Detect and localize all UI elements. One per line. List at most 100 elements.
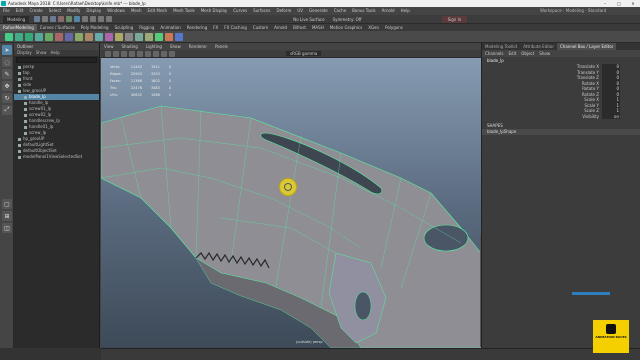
two-view-icon[interactable]: ◫ — [2, 223, 12, 233]
select-by-component-icon[interactable] — [82, 16, 89, 22]
center-pivot-icon[interactable] — [125, 32, 133, 41]
color-space-label[interactable]: sRGB gamma — [286, 51, 322, 56]
menu-item-deform[interactable]: Deform — [276, 7, 291, 15]
smooth-icon[interactable] — [155, 32, 163, 41]
freeze-transform-icon[interactable] — [135, 32, 143, 41]
menu-item-mesh-display[interactable]: Mesh Display — [201, 7, 228, 15]
viewport-menu-view[interactable]: View — [101, 43, 114, 50]
cylinder-icon[interactable] — [25, 32, 33, 41]
menu-item-create[interactable]: Create — [29, 7, 42, 15]
viewport-menu-show[interactable]: Show — [167, 43, 181, 50]
menu-item-surfaces[interactable]: Surfaces — [253, 7, 270, 15]
menu-item-select[interactable]: Select — [49, 7, 61, 15]
smooth-shade-icon[interactable] — [129, 50, 135, 57]
delete-history-icon[interactable] — [145, 32, 153, 41]
menu-item-file[interactable]: File — [3, 7, 10, 15]
outliner-item[interactable]: modelPanel1ViewSelectedSet — [14, 154, 99, 160]
boolean-icon[interactable] — [115, 32, 123, 41]
viewport-menu-shading[interactable]: Shading — [119, 43, 138, 50]
shelf-tab-arnold[interactable]: Arnold — [271, 24, 290, 31]
merge-icon[interactable] — [85, 32, 93, 41]
redo-icon[interactable] — [66, 16, 73, 22]
four-view-icon[interactable]: ⊞ — [2, 211, 12, 221]
viewport-menu-lighting[interactable]: Lighting — [143, 43, 162, 50]
menu-item-mesh[interactable]: Mesh — [131, 7, 142, 15]
shelf-tab-polygons[interactable]: Polygons — [382, 24, 406, 31]
snap-point-icon[interactable] — [106, 16, 113, 22]
combine-icon[interactable] — [95, 32, 103, 41]
maximize-button[interactable]: □ — [612, 0, 626, 7]
channel-menu-object[interactable]: Object — [521, 50, 534, 57]
minimize-button[interactable]: – — [598, 0, 612, 7]
rotate-tool-icon[interactable]: ↻ — [2, 93, 12, 103]
shadows-icon[interactable] — [153, 50, 159, 57]
uv-editor-icon[interactable] — [175, 32, 183, 41]
outliner-search-input[interactable] — [16, 57, 97, 63]
channel-menu-show[interactable]: Show — [539, 50, 550, 57]
scale-tool-icon[interactable]: ⤢ — [2, 105, 12, 115]
menu-item-windows[interactable]: Windows — [107, 7, 125, 15]
viewport-panel[interactable]: View Shading Lighting Show Renderer Panels sR… — [101, 43, 481, 348]
grid-toggle-icon[interactable] — [113, 50, 119, 57]
menu-item-modify[interactable]: Modify — [67, 7, 80, 15]
channel-value[interactable]: on — [602, 113, 620, 119]
separate-icon[interactable] — [105, 32, 113, 41]
mirror-icon[interactable] — [165, 32, 173, 41]
shelf-tab-motion-graphics[interactable]: Motion Graphics — [327, 24, 366, 31]
shelf-tab-curves-surfaces[interactable]: Curves / Surfaces — [37, 24, 78, 31]
menu-item-curves[interactable]: Curves — [233, 7, 247, 15]
lasso-tool-icon[interactable]: ◌ — [2, 57, 12, 67]
right-tab-attribute-editor[interactable]: Attribute Editor — [520, 43, 557, 50]
wireframe-icon[interactable] — [121, 50, 127, 57]
shelf-tab-mash[interactable]: MASH — [309, 24, 327, 31]
layer-bar[interactable] — [572, 292, 610, 295]
channel-menu-edit[interactable]: Edit — [509, 50, 517, 57]
menu-item-uv[interactable]: UV — [297, 7, 303, 15]
shelf-tab-rigging[interactable]: Rigging — [136, 24, 157, 31]
plane-icon[interactable] — [35, 32, 43, 41]
menu-item-arnold[interactable]: Arnold — [382, 7, 395, 15]
time-slider[interactable] — [101, 348, 640, 360]
open-scene-icon[interactable] — [42, 16, 49, 22]
undo-icon[interactable] — [58, 16, 65, 22]
shelf-tab-fx-caching[interactable]: FX Caching — [221, 24, 249, 31]
menu-item-generate[interactable]: Generate — [309, 7, 328, 15]
shelf-tab-bifrost[interactable]: Bifrost — [290, 24, 309, 31]
shape-name[interactable]: blade_lpShape — [482, 129, 640, 135]
shelf-tab-animation[interactable]: Animation — [157, 24, 183, 31]
shelf-tab-rafaelmodeling[interactable]: RafaelModeling — [0, 24, 37, 31]
menu-item-edit-mesh[interactable]: Edit Mesh — [148, 7, 168, 15]
close-button[interactable]: ✕ — [626, 0, 640, 7]
shelf-tab-poly-modeling[interactable]: Poly Modeling — [78, 24, 112, 31]
shelf-tab-sculpting[interactable]: Sculpting — [112, 24, 137, 31]
new-scene-icon[interactable] — [34, 16, 41, 22]
extrude-icon[interactable] — [45, 32, 53, 41]
menu-item-bonus-tools[interactable]: Bonus Tools — [352, 7, 375, 15]
cube-icon[interactable] — [5, 32, 13, 41]
viewport-menu-panels[interactable]: Panels — [212, 43, 228, 50]
menu-item-mesh-tools[interactable]: Mesh Tools — [173, 7, 195, 15]
textured-icon[interactable] — [137, 50, 143, 57]
sign-in-button[interactable]: Sign In — [441, 15, 468, 23]
live-surface-label[interactable]: No Live Surface — [293, 17, 324, 22]
select-by-hierarchy-icon[interactable] — [74, 16, 81, 22]
outliner-menu-help[interactable]: Help — [51, 50, 60, 56]
shelf-tab-custom[interactable]: Custom — [250, 24, 271, 31]
isolate-icon[interactable] — [169, 50, 175, 57]
camera-icon[interactable] — [105, 50, 111, 57]
viewport-menu-renderer[interactable]: Renderer — [186, 43, 207, 50]
menu-item-help[interactable]: Help — [401, 7, 410, 15]
move-tool-icon[interactable]: ✥ — [2, 81, 12, 91]
paint-select-tool-icon[interactable]: ✎ — [2, 69, 12, 79]
shelf-tab-fx[interactable]: FX — [210, 24, 221, 31]
shelf-tab-rendering[interactable]: Rendering — [184, 24, 210, 31]
select-tool-icon[interactable]: ➤ — [2, 45, 12, 55]
right-tab-channel-box-layer-editor[interactable]: Channel Box / Layer Editor — [557, 43, 617, 50]
outliner-menu-show[interactable]: Show — [36, 50, 47, 56]
multicut-icon[interactable] — [75, 32, 83, 41]
mode-selector[interactable]: Modeling — [3, 15, 30, 23]
sphere-icon[interactable] — [15, 32, 23, 41]
menu-item-display[interactable]: Display — [86, 7, 101, 15]
single-view-icon[interactable]: ▢ — [2, 199, 12, 209]
outliner-menu-display[interactable]: Display — [17, 50, 32, 56]
